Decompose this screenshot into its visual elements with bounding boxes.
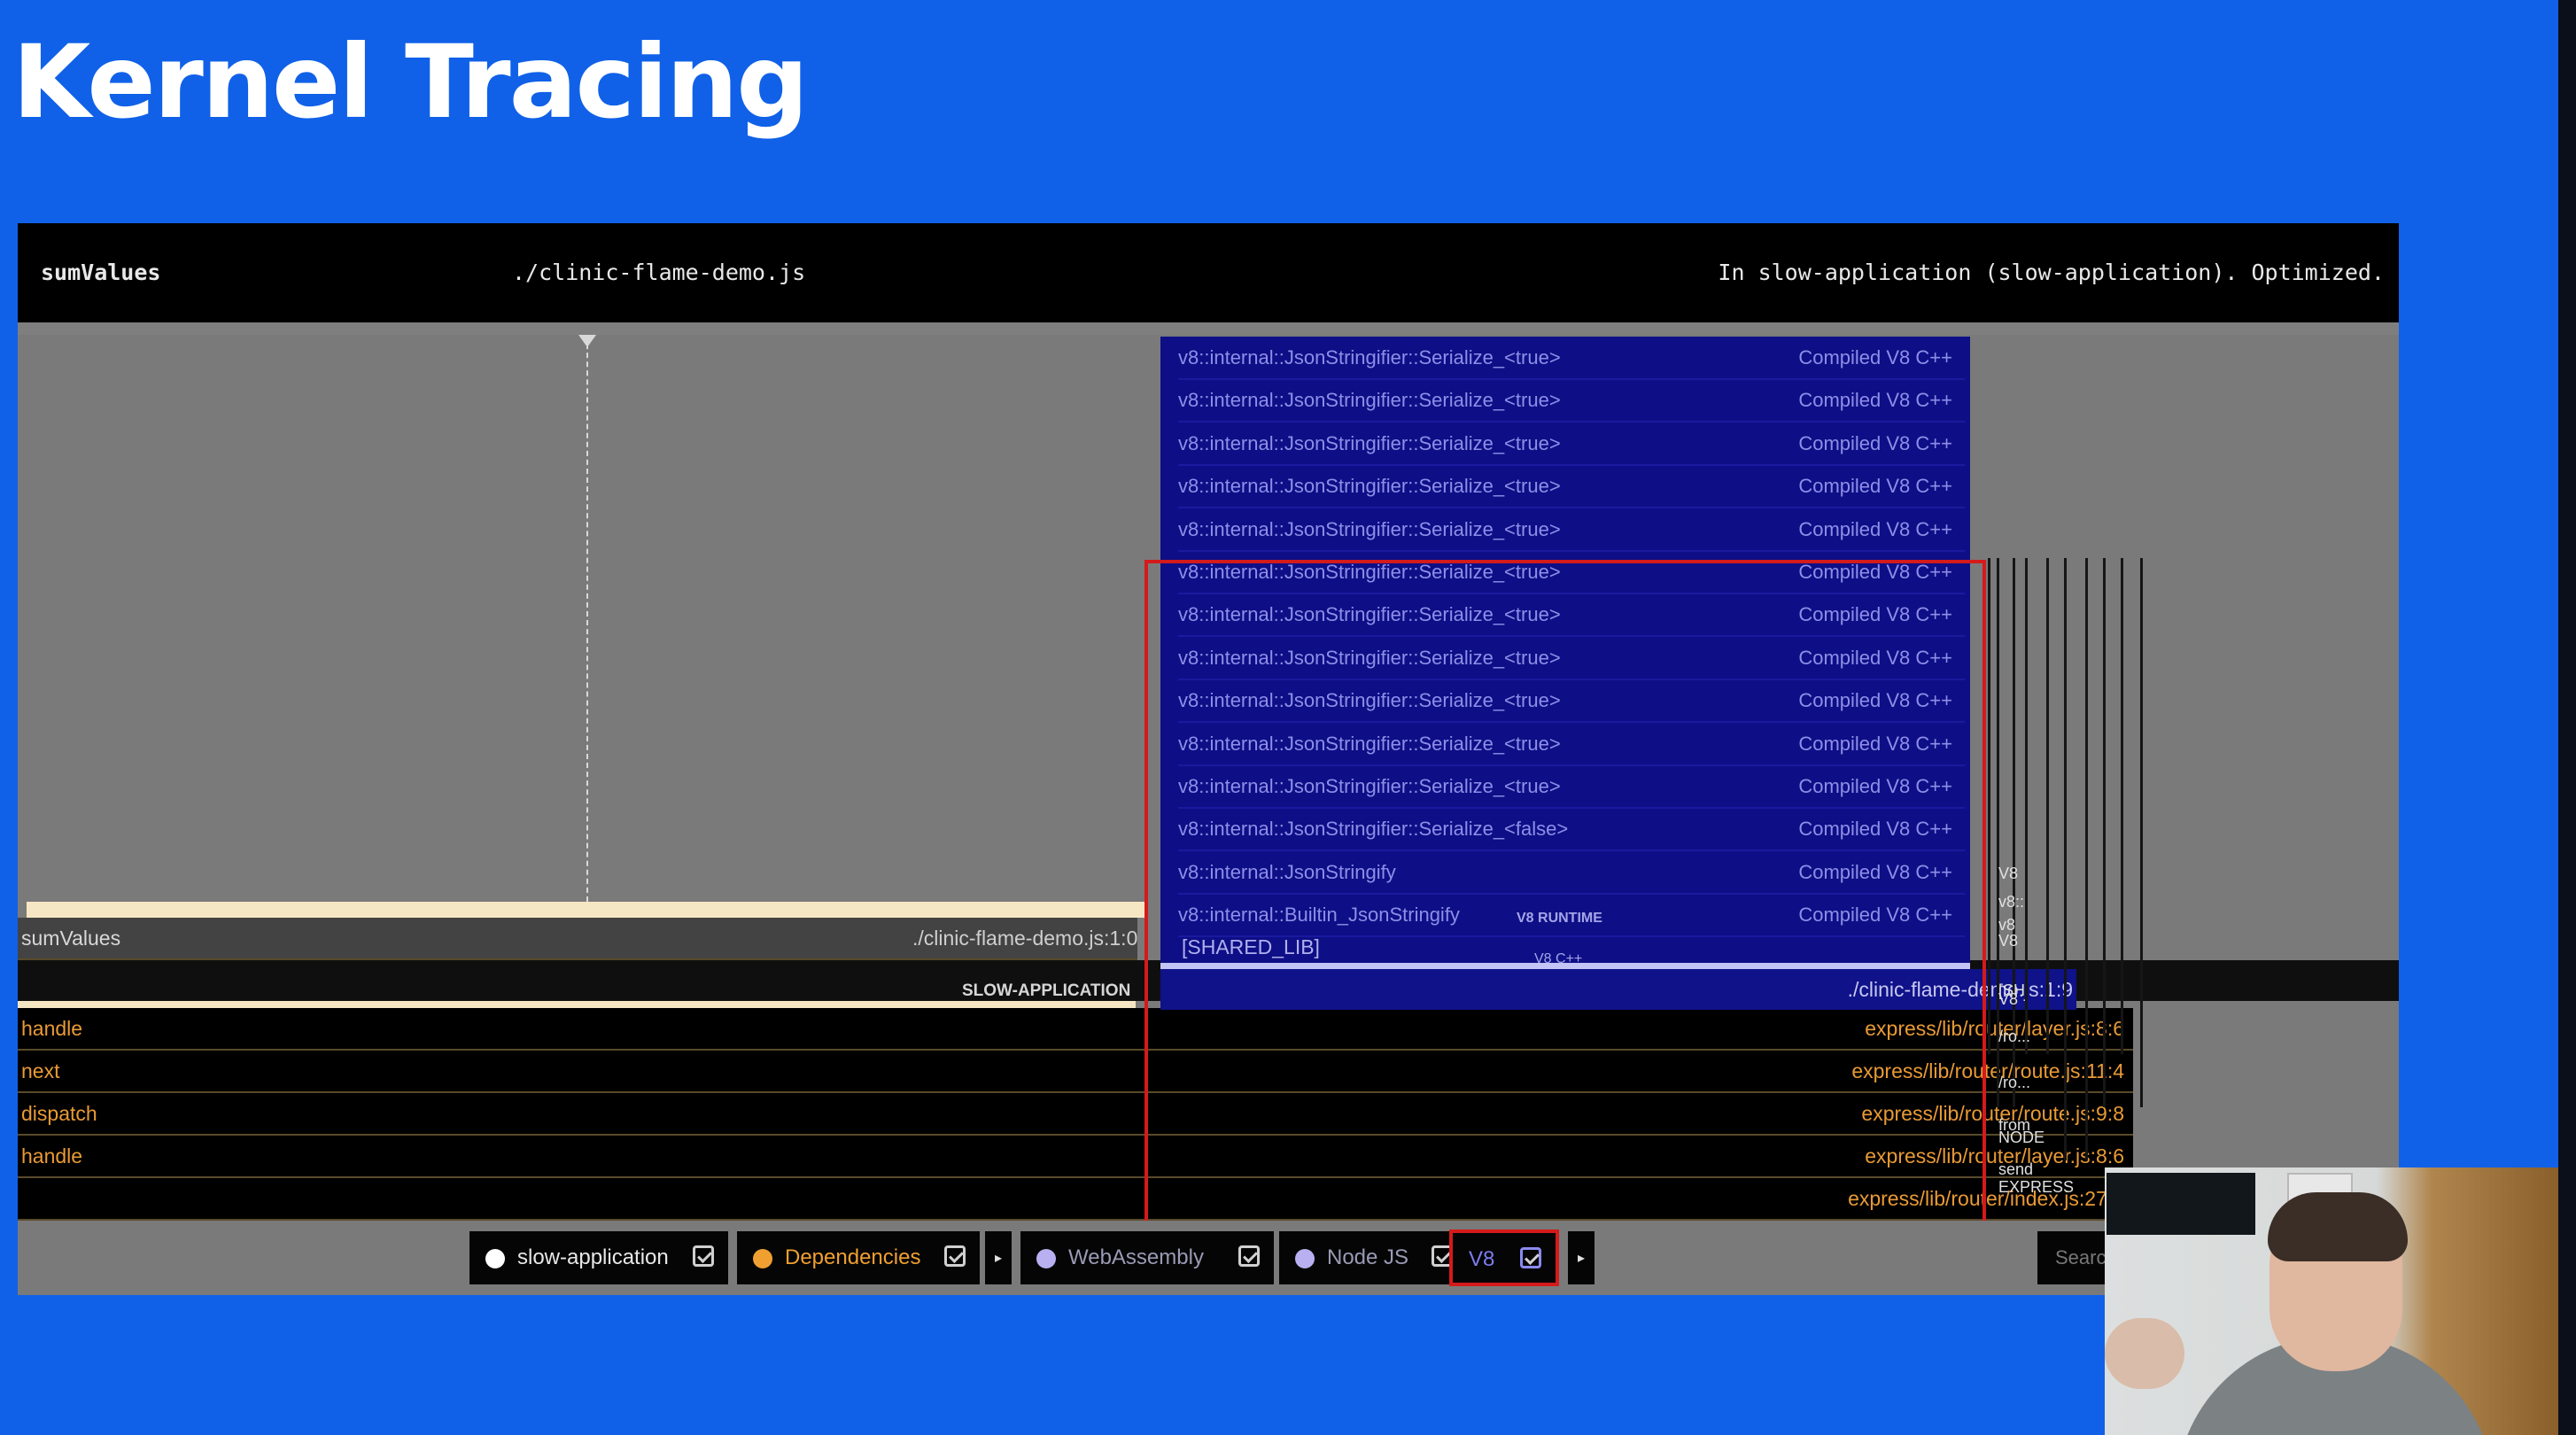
narrow-frame[interactable] [2025,558,2028,1054]
v8-frame[interactable]: v8::internal::JsonStringifier::Serialize… [1178,508,1965,552]
filter-nodejs[interactable]: Node JS [1279,1231,1467,1284]
filter-label: WebAssembly [1068,1245,1204,1269]
v8-frame[interactable]: v8::internal::JsonStringifier::Serialize… [1178,337,1965,380]
narrow-frame-label: NODE [1998,1129,2045,1146]
narrow-frame[interactable] [2085,558,2088,1160]
narrow-frame[interactable] [2013,558,2015,1107]
filter-label: Node JS [1327,1245,1409,1269]
narrow-frame[interactable] [1997,558,1999,1107]
checkbox-checked-icon[interactable] [1520,1247,1541,1268]
selected-function-file: ./clinic-flame-demo.js [512,260,806,285]
frame-location: ./clinic-flame-demo.js:1:0 [912,927,1137,950]
webcam-tv [2107,1173,2255,1235]
filter-label: V8 [1469,1247,1495,1271]
frame-underline [18,1001,1136,1008]
narrow-frame[interactable] [2140,558,2143,1107]
narrow-frame[interactable] [2103,558,2106,1107]
presenter-hand [2105,1318,2184,1389]
v8-frame[interactable]: v8::internal::JsonStringifier::Serialize… [1178,465,1965,509]
narrow-frame-label: V8 [1998,990,2019,1008]
selection-guide-line [586,335,588,902]
filter-label: slow-application [517,1245,669,1269]
checkbox-checked-icon[interactable] [693,1245,714,1267]
checkbox-checked-icon[interactable] [944,1245,966,1267]
frame-label: next [21,1059,60,1082]
slow-application-label: SLOW-APPLICATION [962,981,1131,1000]
circle-icon [1295,1249,1315,1268]
narrow-frame-label: V8 [1998,865,2019,882]
frame-label: v8::internal::JsonStringifier::Serialize… [1178,431,1561,454]
frame-type: Compiled V8 C++ [1798,389,1952,412]
frame-label: v8::internal::JsonStringifier::Serialize… [1178,475,1561,498]
filter-toolbar: slow-application Dependencies ▸ WebAssem… [18,1221,2399,1295]
filter-dependencies[interactable]: Dependencies [737,1231,980,1284]
narrow-frame-label: /ro... [1998,1028,2031,1045]
narrow-frame[interactable] [1988,558,1990,1054]
frame-label: v8::internal::JsonStringifier::Serialize… [1178,517,1561,540]
expand-arrow-icon[interactable]: ▸ [1568,1231,1594,1284]
frame-info-bar: sumValues ./clinic-flame-demo.js In slow… [18,223,2399,335]
frame-label: handle [21,1144,83,1167]
frame-label: dispatch [21,1102,97,1125]
filter-webassembly[interactable]: WebAssembly [1020,1231,1274,1284]
flame-frame-sumvalues[interactable]: sumValues ./clinic-flame-demo.js:1:0 [18,918,1137,960]
selected-function-info: In slow-application (slow-application). … [1718,260,2385,285]
frame-type: Compiled V8 C++ [1798,431,1952,454]
frame-label: sumValues [21,927,121,950]
slide-title: Kernel Tracing [12,23,809,141]
highlight-box [1144,560,1986,1244]
frame-type: Compiled V8 C++ [1798,475,1952,498]
presenter-webcam [2105,1167,2558,1435]
circle-icon [1036,1249,1056,1268]
frame-type: Compiled V8 C++ [1798,346,1952,368]
v8-frame[interactable]: v8::internal::JsonStringifier::Serialize… [1178,379,1965,423]
v8-frame[interactable]: v8::internal::JsonStringifier::Serialize… [1178,423,1965,466]
presenter-hair [2268,1192,2408,1261]
frame-type: Compiled V8 C++ [1798,517,1952,540]
narrow-frame-label: send [1998,1160,2034,1178]
filter-label: Dependencies [785,1245,921,1269]
narrow-frame[interactable] [2046,558,2049,1054]
screen-edge [2558,0,2576,1435]
hot-frame-bar [27,902,1144,918]
expand-arrow-icon[interactable]: ▸ [985,1231,1012,1284]
filter-slow-application[interactable]: slow-application [469,1231,728,1284]
narrow-frame-label: v8:: [1998,893,2025,911]
frame-label: v8::internal::JsonStringifier::Serialize… [1178,389,1561,412]
clinic-flame-app: sumValues ./clinic-flame-demo.js In slow… [18,223,2399,1295]
circle-icon [753,1249,772,1268]
narrow-frame[interactable] [2064,558,2067,1160]
filter-v8[interactable]: V8 [1449,1229,1559,1286]
checkbox-checked-icon[interactable] [1238,1245,1260,1267]
narrow-frame[interactable] [2121,558,2123,1054]
narrow-frame-label: EXPRESS [1998,1178,2075,1196]
narrow-frame-label: V8 [1998,932,2019,950]
narrow-frame-label: /ro... [1998,1074,2031,1091]
selected-function-name: sumValues [41,260,161,285]
frame-label: v8::internal::JsonStringifier::Serialize… [1178,346,1561,368]
frame-label: handle [21,1017,83,1040]
circle-icon [485,1249,505,1268]
